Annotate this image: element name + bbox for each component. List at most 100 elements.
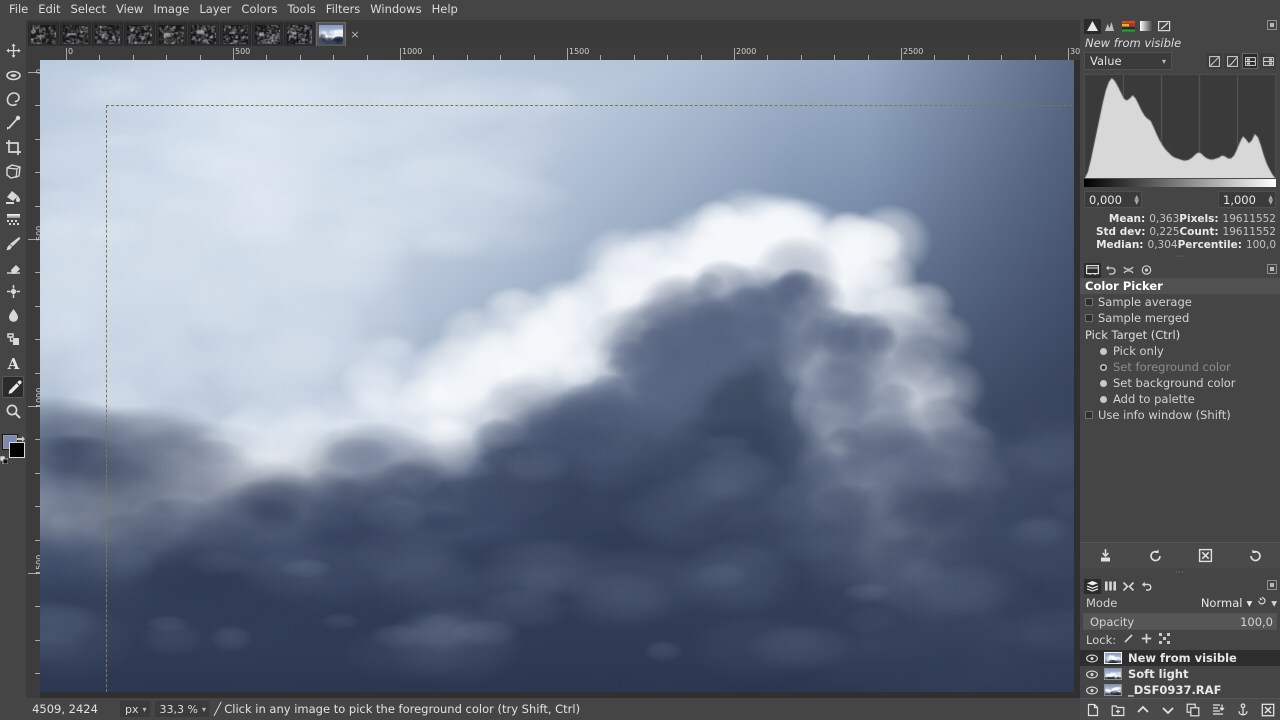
tab-navigation[interactable] — [1156, 19, 1173, 34]
tab-layers[interactable] — [1084, 579, 1101, 594]
paths-tool[interactable] — [2, 112, 24, 134]
linear-view-button[interactable] — [1206, 53, 1222, 69]
lower-layer-button[interactable] — [1159, 701, 1177, 719]
save-tool-preset-button[interactable] — [1094, 546, 1116, 566]
menu-colors[interactable]: Colors — [236, 0, 282, 18]
new-layer-group-button[interactable] — [1109, 701, 1127, 719]
tab-paths[interactable] — [1120, 579, 1137, 594]
radio-set-foreground-color[interactable]: Set foreground color — [1080, 359, 1280, 375]
background-color-swatch[interactable] — [9, 442, 25, 458]
spinner-arrows-icon[interactable]: ▲▼ — [1134, 195, 1139, 205]
range-low-input[interactable]: 0,000 ▲▼ — [1084, 191, 1142, 208]
image-tab-4[interactable] — [124, 22, 155, 46]
opacity-slider[interactable]: Opacity 100,0 — [1083, 613, 1277, 630]
spinner-arrows-icon[interactable]: ▲▼ — [1268, 195, 1273, 205]
sample-merged-checkbox[interactable]: Sample merged — [1080, 310, 1280, 326]
layer-row[interactable]: Soft light — [1080, 666, 1280, 682]
tab-undo-history[interactable] — [1102, 263, 1119, 278]
histogram-chart[interactable] — [1084, 74, 1276, 179]
radio-set-background-color[interactable]: Set background color — [1080, 375, 1280, 391]
merge-down-button[interactable] — [1209, 701, 1227, 719]
menu-windows[interactable]: Windows — [365, 0, 426, 18]
lock-position-icon[interactable] — [1141, 633, 1152, 647]
menu-view[interactable]: View — [111, 0, 148, 18]
raise-layer-button[interactable] — [1134, 701, 1152, 719]
default-colors-icon[interactable] — [0, 454, 8, 462]
new-layer-button[interactable] — [1084, 701, 1102, 719]
menu-file[interactable]: File — [4, 0, 33, 18]
tab-tool-options[interactable] — [1084, 263, 1101, 278]
lock-alpha-icon[interactable] — [1159, 633, 1170, 647]
crop-tool[interactable] — [2, 136, 24, 158]
dock-resize-grip[interactable]: ⋯ — [1080, 568, 1280, 578]
radio-pick-only[interactable]: Pick only — [1080, 343, 1280, 359]
blur-sharpen-tool[interactable] — [2, 304, 24, 326]
image-tab-1[interactable] — [28, 22, 59, 46]
unified-transform-tool[interactable] — [2, 160, 24, 182]
menu-image[interactable]: Image — [148, 0, 194, 18]
tab-pointer[interactable] — [1084, 19, 1101, 34]
close-icon[interactable]: × — [347, 22, 363, 46]
eye-icon[interactable] — [1086, 670, 1098, 679]
eye-icon[interactable] — [1086, 654, 1098, 663]
color-picker-tool[interactable] — [2, 376, 24, 398]
bucket-fill-tool[interactable] — [2, 184, 24, 206]
gradient-tool[interactable] — [2, 208, 24, 230]
free-select-tool[interactable] — [2, 88, 24, 110]
menu-help[interactable]: Help — [427, 0, 463, 18]
image-tab-6[interactable] — [188, 22, 219, 46]
tab-channels[interactable] — [1102, 579, 1119, 594]
eraser-tool[interactable] — [2, 256, 24, 278]
clone-tool[interactable] — [2, 328, 24, 350]
image-tab-10[interactable] — [316, 22, 346, 46]
layer-row[interactable]: New from visible — [1080, 650, 1280, 666]
dock-menu-button[interactable] — [1267, 264, 1277, 274]
cloud-photograph[interactable] — [40, 60, 1074, 697]
dock-menu-button[interactable] — [1267, 580, 1277, 590]
channel-selector[interactable]: Value ▾ — [1084, 52, 1172, 70]
tab-images[interactable] — [1138, 263, 1155, 278]
restore-tool-preset-button[interactable] — [1144, 546, 1166, 566]
swap-colors-icon[interactable] — [16, 434, 25, 443]
eye-icon[interactable] — [1086, 686, 1098, 695]
tab-histogram[interactable] — [1102, 19, 1119, 34]
delete-tool-preset-button[interactable] — [1194, 546, 1216, 566]
image-tab-7[interactable] — [220, 22, 251, 46]
image-tab-9[interactable] — [284, 22, 315, 46]
range-high-input[interactable]: 1,000 ▲▼ — [1218, 191, 1276, 208]
menu-tools[interactable]: Tools — [282, 0, 320, 18]
tab-gradient[interactable] — [1138, 19, 1155, 34]
use-info-window-checkbox[interactable]: Use info window (Shift) — [1080, 407, 1280, 423]
menu-layer[interactable]: Layer — [194, 0, 236, 18]
image-tab-3[interactable] — [92, 22, 123, 46]
sample-average-checkbox[interactable]: Sample average — [1080, 294, 1280, 310]
image-tab-5[interactable] — [156, 22, 187, 46]
dock-menu-button[interactable] — [1267, 20, 1277, 30]
menu-edit[interactable]: Edit — [33, 0, 65, 18]
reset-tool-options-button[interactable] — [1244, 546, 1266, 566]
radio-add-to-palette[interactable]: Add to palette — [1080, 391, 1280, 407]
image-tab-8[interactable] — [252, 22, 283, 46]
move-tool[interactable] — [2, 40, 24, 62]
logarithmic-view-button[interactable] — [1224, 53, 1240, 69]
mode-selector[interactable]: Normal ▾ — [1201, 596, 1252, 610]
dock-resize-grip[interactable]: ⋯ — [1084, 252, 1276, 262]
menu-select[interactable]: Select — [66, 0, 111, 18]
paintbrush-tool[interactable] — [2, 232, 24, 254]
fit-width-button[interactable] — [1242, 53, 1258, 69]
duplicate-layer-button[interactable] — [1184, 701, 1202, 719]
tab-undo[interactable] — [1138, 579, 1155, 594]
layer-row[interactable]: _DSF0937.RAF — [1080, 682, 1280, 698]
vertical-ruler[interactable]: 050010001500 — [26, 60, 40, 698]
horizontal-ruler[interactable]: 050010001500200025003000 — [26, 46, 1080, 60]
delete-layer-button[interactable] — [1259, 701, 1277, 719]
foreground-background-colors[interactable] — [0, 434, 26, 462]
fit-height-button[interactable] — [1260, 53, 1276, 69]
menu-filters[interactable]: Filters — [321, 0, 365, 18]
lock-pixels-icon[interactable] — [1123, 633, 1134, 647]
image-tab-2[interactable] — [60, 22, 91, 46]
tab-colormap[interactable] — [1120, 19, 1137, 34]
zoom-selector[interactable]: 33,3 % ▾ — [155, 701, 209, 717]
text-tool[interactable]: A — [2, 352, 24, 374]
tab-device-status[interactable] — [1120, 263, 1137, 278]
